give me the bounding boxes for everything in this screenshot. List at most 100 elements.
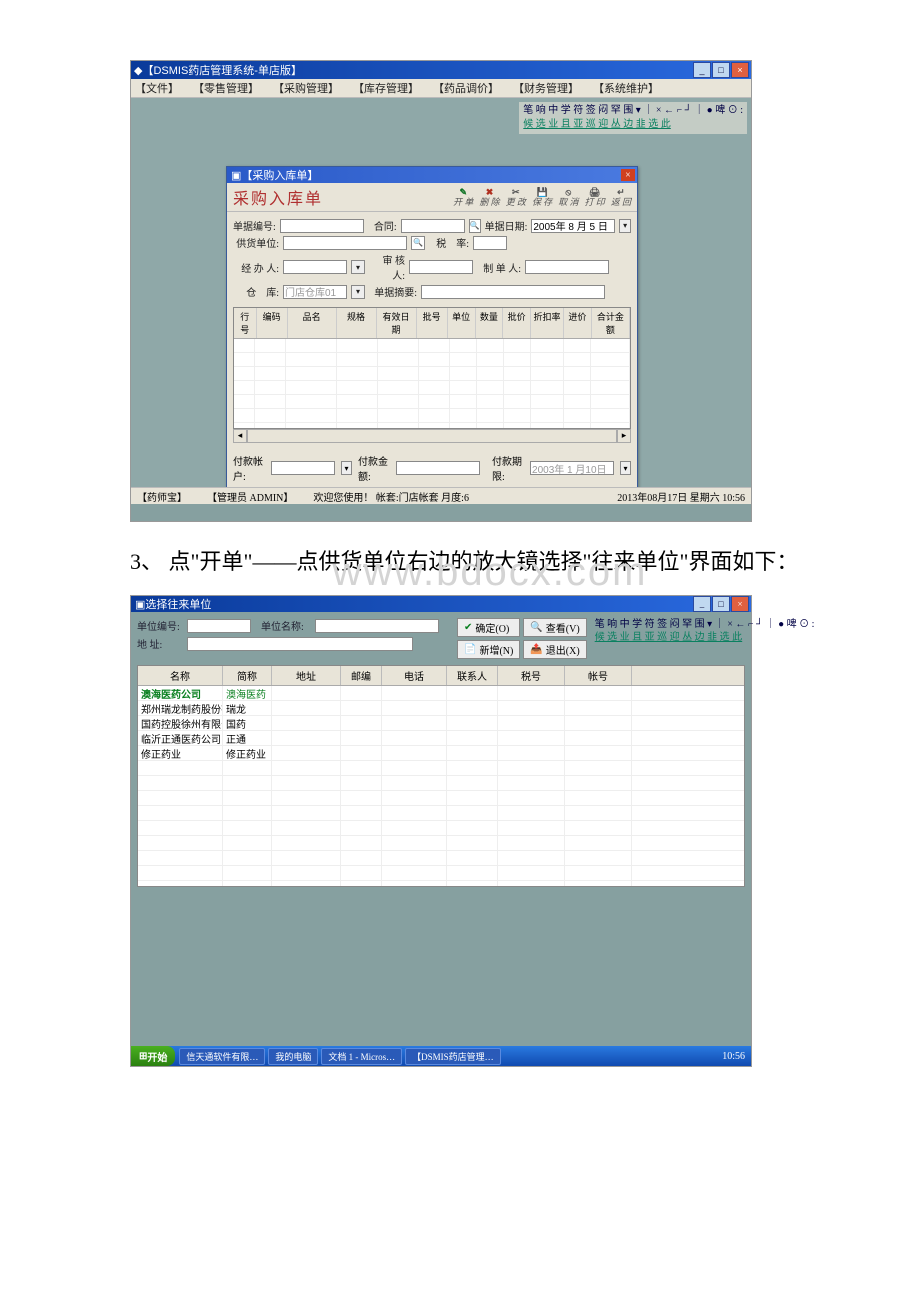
menu-retail[interactable]: 【零售管理】 xyxy=(193,80,259,96)
start-label: 开始 xyxy=(147,1049,167,1064)
ime2-line2: 候 选 业 且 亚 巡 迎 丛 边 韭 选 此 xyxy=(595,631,815,644)
vendor-grid[interactable]: 名称 简称 地址 邮编 电话 联系人 税号 帐号 澳海医药公司澳海医药郑州瑞龙制… xyxy=(137,665,745,887)
grid-body[interactable] xyxy=(234,339,630,429)
table-row[interactable]: 修正药业修正药业 xyxy=(138,746,744,761)
vendor-no-input[interactable] xyxy=(187,619,251,633)
pay-deadline-dropdown-icon[interactable]: ▾ xyxy=(620,461,631,475)
table-row[interactable] xyxy=(138,881,744,887)
menu-price[interactable]: 【药品调价】 xyxy=(433,80,499,96)
doc-no-label: 单据编号: xyxy=(233,218,276,233)
table-row[interactable] xyxy=(138,776,744,791)
vendor-dialog-title: 选择往来单位 xyxy=(145,596,211,612)
status-datetime: 2013年08月17日 星期六 10:56 xyxy=(617,489,745,504)
doc-no-input[interactable] xyxy=(280,219,364,233)
menu-purchase[interactable]: 【采购管理】 xyxy=(273,80,339,96)
pay-deadline-input[interactable] xyxy=(530,461,614,475)
auditor-input[interactable] xyxy=(409,260,473,274)
supplier-lookup-icon[interactable]: 🔍 xyxy=(411,236,425,250)
screenshot-dsmis-main: ◆ 【DSMIS药店管理系统-单店版】 _ □ × 【文件】 【零售管理】 【采… xyxy=(130,60,752,522)
taskbar-item[interactable]: 信天通软件有限… xyxy=(179,1048,265,1065)
menu-system[interactable]: 【系统维护】 xyxy=(593,80,659,96)
hscroll-left-icon[interactable]: ◂ xyxy=(233,429,247,443)
maximize-button[interactable]: □ xyxy=(712,62,730,78)
table-row[interactable] xyxy=(138,821,744,836)
tax-input[interactable] xyxy=(473,236,507,250)
menu-file[interactable]: 【文件】 xyxy=(135,80,179,96)
new-button[interactable]: 📄新增(N) xyxy=(457,640,520,659)
taskbar-item[interactable]: 文档 1 - Micros… xyxy=(321,1048,402,1065)
table-row[interactable] xyxy=(138,761,744,776)
menubar: 【文件】 【零售管理】 【采购管理】 【库存管理】 【药品调价】 【财务管理】 … xyxy=(131,79,751,98)
taskbar-item[interactable]: 我的电脑 xyxy=(268,1048,318,1065)
contract-lookup-icon[interactable]: 🔍 xyxy=(469,219,481,233)
supplier-label: 供货单位: xyxy=(233,235,279,250)
table-row[interactable]: 临沂正通医药公司正通 xyxy=(138,731,744,746)
vendor-minimize-button[interactable]: _ xyxy=(693,596,711,612)
pay-amount-input[interactable] xyxy=(396,461,480,475)
table-row[interactable]: 国药控股徐州有限公司国药 xyxy=(138,716,744,731)
menu-finance[interactable]: 【财务管理】 xyxy=(513,80,579,96)
menu-stock[interactable]: 【库存管理】 xyxy=(353,80,419,96)
warehouse-input[interactable] xyxy=(283,285,347,299)
document-title: 采购入库单 xyxy=(233,185,323,209)
pay-acct-dropdown-icon[interactable]: ▾ xyxy=(341,461,352,475)
exit-icon: 📤 xyxy=(530,644,542,655)
vcol-tax: 税号 xyxy=(498,666,565,685)
toolbar-return-icon[interactable]: ↵返 回 xyxy=(611,187,631,207)
table-row[interactable] xyxy=(138,836,744,851)
entry-grid[interactable]: 行号 编码 品名 规格 有效日期 批号 单位 数量 批价 折扣率 进价 合计金额 xyxy=(233,307,631,429)
toolbar-cancel-icon[interactable]: ⦸取 消 xyxy=(558,187,578,207)
handler-dropdown-icon[interactable]: ▾ xyxy=(351,260,365,274)
dialog-close-button[interactable]: × xyxy=(621,169,635,181)
statusbar: 【药师宝】 【管理员 ADMIN】 欢迎您使用！ 帐套:门店帐套 月度:6 20… xyxy=(131,487,751,504)
ok-button[interactable]: ✔确定(O) xyxy=(457,618,520,637)
vcol-name: 名称 xyxy=(138,666,223,685)
toolbar-save-icon[interactable]: 💾保 存 xyxy=(532,187,552,207)
table-row[interactable]: 郑州瑞龙制药股份有限公司瑞龙 xyxy=(138,701,744,716)
hscroll-right-icon[interactable]: ▸ xyxy=(617,429,631,443)
ime-toolbox: 笔 响 中 学 符 签 闷 罕 围 ▾ ｜ × ← ⌐ ┘ ｜ ● 啤 ⊙ : … xyxy=(519,102,747,134)
toolbar-print-icon[interactable]: 🖨打 印 xyxy=(584,187,604,207)
date-dropdown-icon[interactable]: ▾ xyxy=(619,219,631,233)
table-row[interactable] xyxy=(138,806,744,821)
table-row[interactable] xyxy=(138,851,744,866)
vcol-addr: 地址 xyxy=(272,666,341,685)
vendor-close-button[interactable]: × xyxy=(731,596,749,612)
contract-input[interactable] xyxy=(401,219,465,233)
window-title: 【DSMIS药店管理系统-单店版】 xyxy=(142,62,302,78)
close-button[interactable]: × xyxy=(731,62,749,78)
windows-icon: ⊞ xyxy=(139,1051,147,1062)
exit-button[interactable]: 📤退出(X) xyxy=(523,640,586,659)
vendor-maximize-button[interactable]: □ xyxy=(712,596,730,612)
hscroll-track[interactable] xyxy=(247,429,617,443)
warehouse-dropdown-icon[interactable]: ▾ xyxy=(351,285,365,299)
table-row[interactable]: 澳海医药公司澳海医药 xyxy=(138,686,744,701)
table-row[interactable] xyxy=(138,866,744,881)
new-icon: 📄 xyxy=(464,644,476,655)
vendor-name-input[interactable] xyxy=(315,619,439,633)
supplier-input[interactable] xyxy=(283,236,407,250)
pay-acct-input[interactable] xyxy=(271,461,335,475)
ime-line1: 笔 响 中 学 符 签 闷 罕 围 ▾ ｜ × ← ⌐ ┘ ｜ ● 啤 ⊙ : xyxy=(523,104,743,118)
purchase-entry-dialog: ▣ 【采购入库单】 × 采购入库单 ✎开 单 ✖删 除 ✂更 改 💾保 存 ⦸取… xyxy=(226,166,638,490)
minimize-button[interactable]: _ xyxy=(693,62,711,78)
toolbar-new-icon[interactable]: ✎开 单 xyxy=(453,187,473,207)
handler-label: 经 办 人: xyxy=(233,260,279,275)
taskbar-item[interactable]: 【DSMIS药店管理… xyxy=(405,1048,501,1065)
col-spec: 规格 xyxy=(337,308,377,338)
table-row[interactable] xyxy=(138,791,744,806)
screenshot-select-vendor: ▣ 选择往来单位 _ □ × 单位编号: 单位名称: 地 址: xyxy=(130,595,752,1067)
vcol-tel: 电话 xyxy=(382,666,447,685)
date-input[interactable] xyxy=(531,219,615,233)
view-button[interactable]: 🔍查看(V) xyxy=(523,618,586,637)
toolbar-delete-icon[interactable]: ✖删 除 xyxy=(479,187,499,207)
col-rowno: 行号 xyxy=(234,308,257,338)
handler-input[interactable] xyxy=(283,260,347,274)
toolbar-edit-icon[interactable]: ✂更 改 xyxy=(506,187,526,207)
vendor-addr-input[interactable] xyxy=(187,637,413,651)
start-button[interactable]: ⊞ 开始 xyxy=(131,1046,175,1066)
status-welcome: 欢迎您使用！ 帐套:门店帐套 月度:6 xyxy=(313,489,469,504)
creator-input[interactable] xyxy=(525,260,609,274)
summary-input[interactable] xyxy=(421,285,605,299)
dialog-toolbar: ✎开 单 ✖删 除 ✂更 改 💾保 存 ⦸取 消 🖨打 印 ↵返 回 xyxy=(453,187,631,207)
